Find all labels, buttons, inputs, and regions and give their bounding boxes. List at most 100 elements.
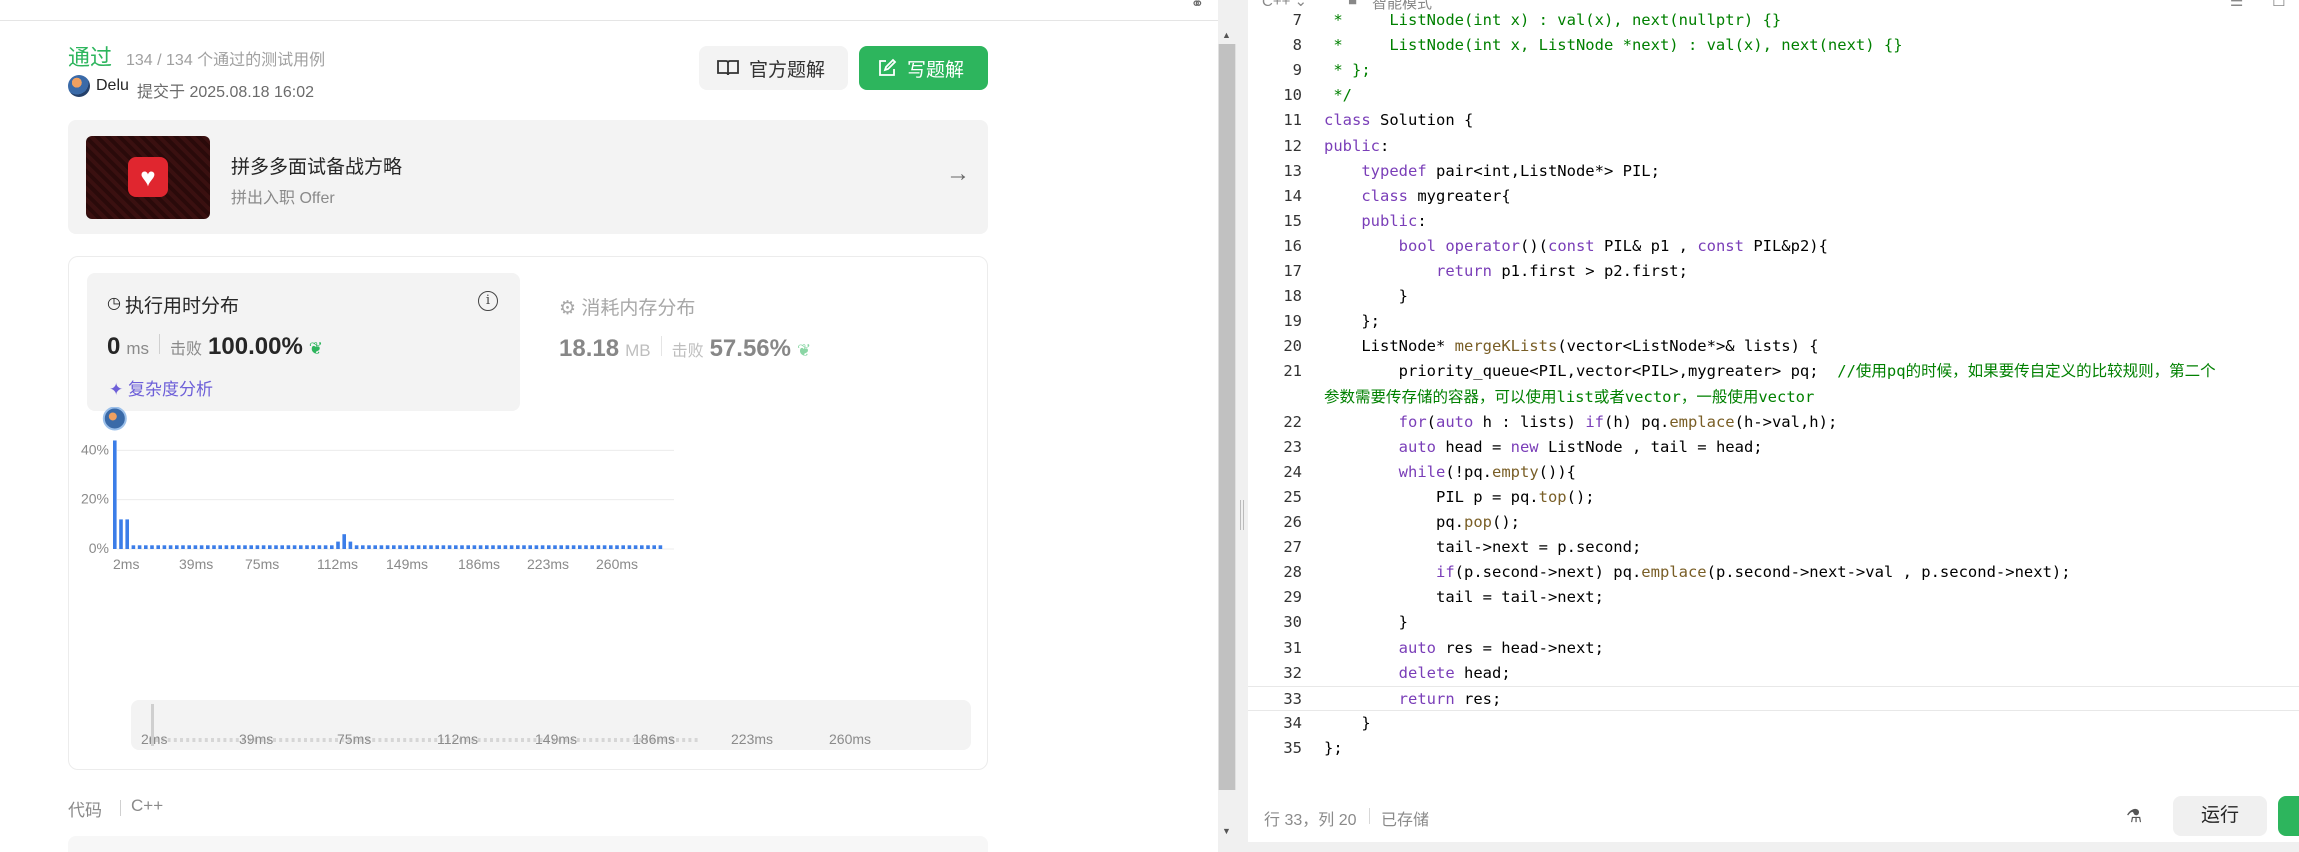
chart-bar[interactable] (460, 545, 464, 549)
chart-bar[interactable] (311, 545, 315, 549)
code-line[interactable]: 10 */ (1248, 83, 2299, 108)
run-button[interactable]: 运行 (2173, 796, 2267, 836)
code-line[interactable]: 7 * ListNode(int x) : val(x), next(nullp… (1248, 8, 2299, 33)
chart-bar[interactable] (571, 545, 576, 549)
code-line[interactable]: 24 while(!pq.empty()){ (1248, 460, 2299, 485)
chart-bar[interactable] (367, 545, 371, 549)
runtime-distribution-chart[interactable]: 60% 40% 20% 0%2ms 39ms 75ms 112ms 149ms 186ms 223… (69, 407, 989, 637)
chart-bar[interactable] (292, 545, 297, 549)
chart-bar[interactable] (392, 545, 396, 549)
chart-bar[interactable] (584, 545, 588, 549)
chart-bar[interactable] (596, 545, 601, 549)
chart-bar[interactable] (652, 545, 656, 549)
code-line[interactable]: 18 } (1248, 284, 2299, 309)
chart-bar[interactable] (317, 545, 322, 549)
code-line[interactable]: 17 return p1.first > p2.first; (1248, 259, 2299, 284)
chart-bar[interactable] (268, 545, 272, 549)
scroll-thumb[interactable] (1219, 44, 1235, 790)
complexity-analysis-link[interactable]: ✦ 复杂度分析 (109, 375, 213, 400)
chart-bar[interactable] (609, 545, 613, 549)
code-line[interactable]: 12 public: (1248, 134, 2299, 159)
write-solution-button[interactable]: 写题解 (859, 46, 988, 90)
chart-bar[interactable] (187, 545, 191, 549)
code-line[interactable]: 33 return res; (1248, 685, 2299, 711)
chart-bar[interactable] (621, 545, 625, 549)
chart-bar[interactable] (373, 545, 377, 549)
chart-bar[interactable] (472, 545, 477, 549)
chart-bar[interactable] (361, 545, 365, 549)
chart-bar[interactable] (615, 545, 619, 549)
chart-bar[interactable] (230, 545, 235, 549)
code-line[interactable]: 13 typedef pair<int,ListNode*> PIL; (1248, 159, 2299, 184)
chart-bar[interactable] (286, 545, 291, 549)
code-line[interactable]: 11 class Solution { (1248, 108, 2299, 133)
chart-bar[interactable] (547, 545, 551, 549)
chart-bar[interactable] (137, 545, 142, 549)
code-line[interactable]: 30 } (1248, 610, 2299, 635)
chart-bar[interactable] (590, 545, 594, 549)
chart-bar[interactable] (305, 545, 309, 549)
code-line[interactable]: 28 if(p.second->next) pq.emplace(p.secon… (1248, 560, 2299, 585)
chart-bar[interactable] (429, 545, 433, 549)
code-line[interactable]: 20 ListNode* mergeKLists(vector<ListNode… (1248, 334, 2299, 359)
chart-bar[interactable] (410, 545, 415, 549)
chart-bar[interactable] (243, 545, 247, 549)
code-line[interactable]: 27 tail->next = p.second; (1248, 535, 2299, 560)
chart-bar[interactable] (404, 545, 408, 549)
chart-bar[interactable] (528, 545, 532, 549)
chart-bar[interactable] (348, 541, 353, 549)
chart-bar[interactable] (485, 545, 489, 549)
chart-bar[interactable] (447, 545, 452, 549)
chart-bar[interactable] (559, 545, 563, 549)
code-line[interactable]: 25 PIL p = pq.top(); (1248, 485, 2299, 510)
chart-bar[interactable] (113, 440, 117, 549)
code-line[interactable]: 22 for(auto h : lists) if(h) pq.emplace(… (1248, 410, 2299, 435)
code-line[interactable]: 31 auto res = head->next; (1248, 636, 2299, 661)
chart-bar[interactable] (168, 545, 173, 549)
chart-bar[interactable] (330, 545, 334, 549)
chart-bar[interactable] (602, 545, 607, 549)
promo-banner[interactable]: ♥ 拼多多面试备战方略 拼出入职 Offer → (68, 120, 988, 234)
chart-bar[interactable] (150, 545, 154, 549)
chart-bar[interactable] (454, 545, 458, 549)
chart-bar[interactable] (119, 519, 123, 549)
chart-bar[interactable] (516, 545, 520, 549)
code-line[interactable]: 8 * ListNode(int x, ListNode *next) : va… (1248, 33, 2299, 58)
resize-grip[interactable] (1240, 500, 1244, 530)
scroll-down-icon[interactable]: ▼ (1222, 826, 1231, 836)
timeline-scrubber[interactable]: 2ms 39ms 75ms 112ms 149ms 186ms 223ms 260ms (131, 700, 971, 750)
timeline-handle[interactable] (151, 704, 154, 746)
username[interactable]: Delu (96, 77, 129, 95)
chart-bar[interactable] (299, 545, 303, 549)
chart-bar[interactable] (144, 545, 148, 549)
panel-resizer[interactable] (1236, 0, 1248, 852)
chart-bar[interactable] (156, 545, 160, 549)
chart-bar[interactable] (131, 545, 136, 549)
chart-bar[interactable] (218, 545, 222, 549)
code-line[interactable]: 34 } (1248, 711, 2299, 736)
chart-bar[interactable] (497, 545, 501, 549)
chart-bar[interactable] (255, 545, 260, 549)
chart-bar[interactable] (249, 545, 253, 549)
official-solution-button[interactable]: 官方题解 (699, 46, 848, 90)
chart-bar[interactable] (206, 545, 210, 549)
code-line[interactable]: 15 public: (1248, 209, 2299, 234)
chart-bar[interactable] (237, 545, 241, 549)
chart-bar[interactable] (379, 545, 384, 549)
chart-bar[interactable] (274, 545, 278, 549)
chart-bar[interactable] (522, 545, 526, 549)
chart-bar[interactable] (578, 545, 582, 549)
chart-bar[interactable] (503, 545, 508, 549)
chart-bar[interactable] (162, 545, 167, 549)
chart-bar[interactable] (354, 545, 359, 549)
memory-tab[interactable]: ⚙ 消耗内存分布 (559, 293, 695, 320)
chart-bar[interactable] (199, 545, 204, 549)
chart-bar[interactable] (175, 545, 179, 549)
chart-bar[interactable] (509, 545, 514, 549)
code-line[interactable]: 参数需要传存储的容器，可以使用list或者vector，一般使用vector (1248, 385, 2299, 410)
chart-bar[interactable] (181, 545, 185, 549)
chart-bar[interactable] (466, 545, 470, 549)
code-line[interactable]: 14 class mygreater{ (1248, 184, 2299, 209)
chart-bar[interactable] (212, 545, 216, 549)
code-line[interactable]: 23 auto head = new ListNode , tail = hea… (1248, 435, 2299, 460)
